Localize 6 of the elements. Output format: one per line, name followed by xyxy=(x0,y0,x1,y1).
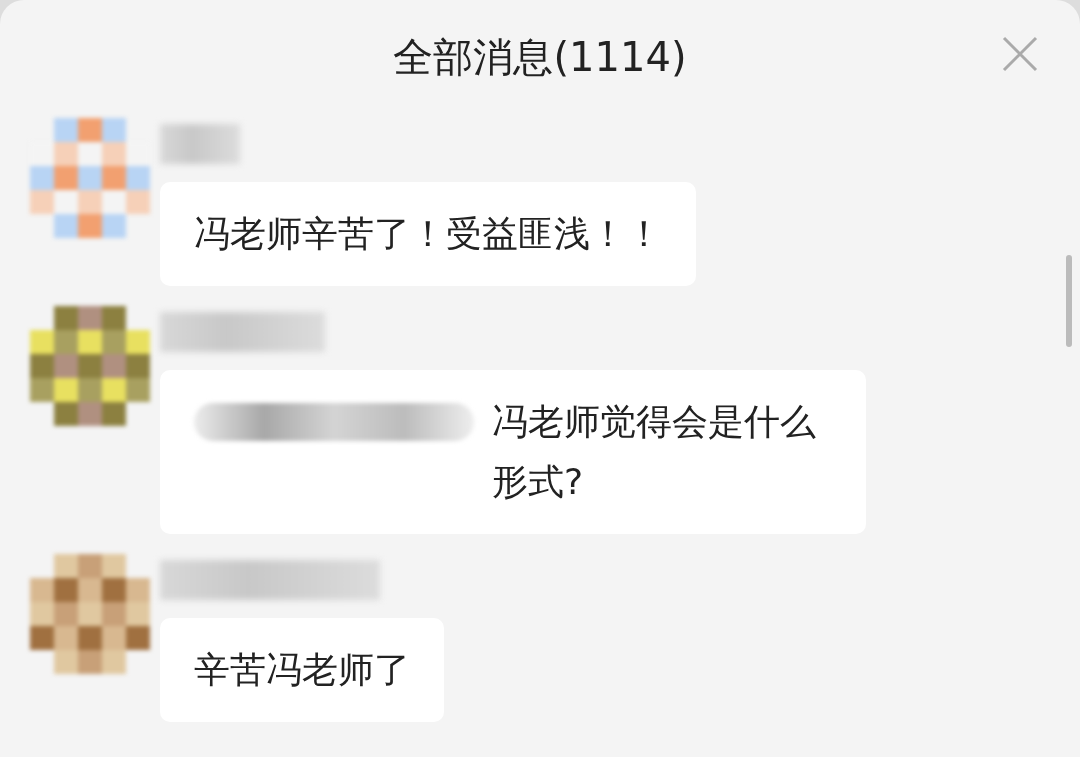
window-title: 全部消息(1114) xyxy=(393,32,687,82)
message-text: 辛苦冯老师了 xyxy=(194,648,410,692)
message-text: 冯老师辛苦了！受益匪浅！！ xyxy=(194,212,662,256)
close-icon[interactable] xyxy=(1002,36,1038,72)
scroll-bar[interactable] xyxy=(1066,255,1072,347)
message-text: 冯老师觉得会是什么形式? xyxy=(492,400,817,504)
